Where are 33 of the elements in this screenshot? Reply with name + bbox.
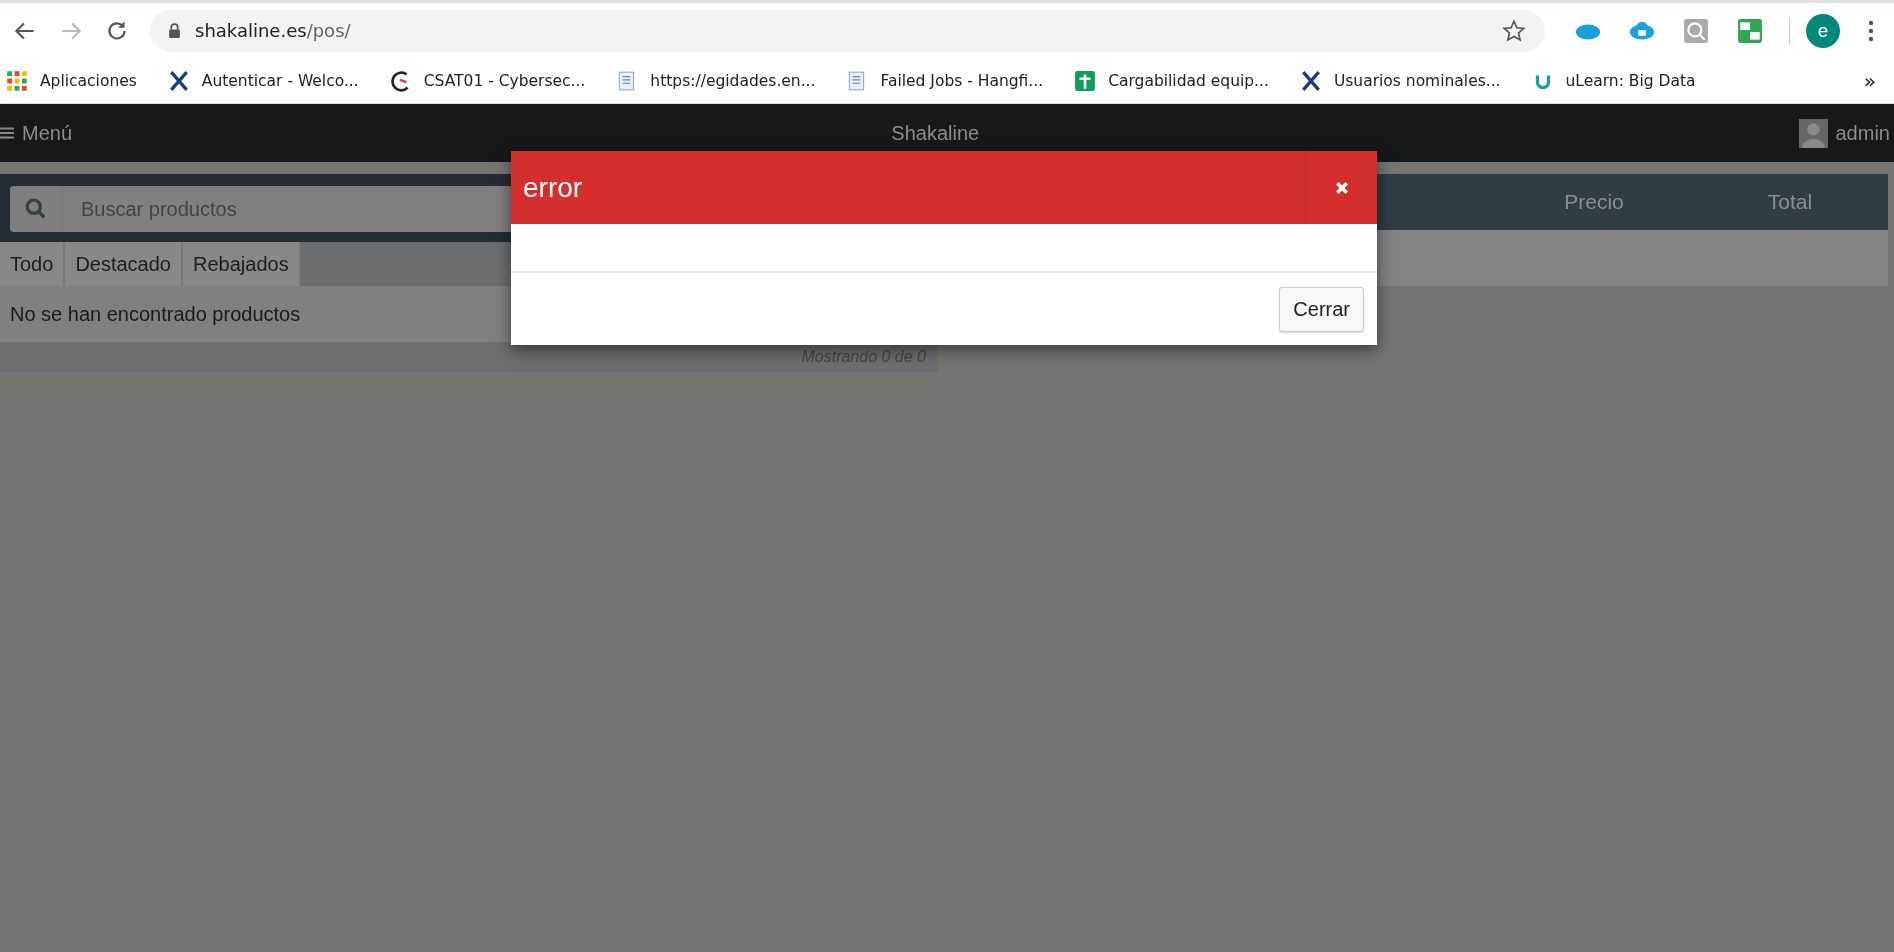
- more-icon[interactable]: [1868, 19, 1874, 42]
- menu-button[interactable]: Menú: [0, 121, 73, 145]
- avatar-icon: [1798, 118, 1828, 148]
- lock-icon: [168, 23, 181, 38]
- bookmark[interactable]: Failed Jobs - Hangfi...: [846, 69, 1044, 92]
- menu-icon: [0, 127, 14, 139]
- bookmark[interactable]: Aplicaciones: [6, 69, 137, 92]
- magnifier-icon[interactable]: [1682, 17, 1710, 44]
- close-icon: [1334, 180, 1349, 195]
- spreadsheet-icon: [1074, 69, 1097, 92]
- bookmark[interactable]: Autenticar - Welco...: [167, 69, 359, 92]
- column-header: Total: [1766, 190, 1814, 214]
- category-tab[interactable]: Destacado: [65, 242, 183, 286]
- user-menu[interactable]: admin: [1798, 118, 1894, 148]
- star-icon[interactable]: [1501, 17, 1527, 44]
- bookmark[interactable]: Cargabilidad equip...: [1074, 69, 1269, 92]
- bookmark[interactable]: CSAT01 - Cybersec...: [389, 69, 586, 92]
- column-header: Precio: [1563, 190, 1625, 214]
- category-tab[interactable]: Todo: [0, 242, 66, 286]
- bookmark[interactable]: https://egidades.en...: [616, 69, 816, 92]
- bookmarks-overflow[interactable]: »: [1863, 68, 1876, 93]
- windows-icon[interactable]: [1736, 17, 1764, 44]
- category-tab[interactable]: Rebajados: [183, 242, 301, 286]
- bookmark[interactable]: Usuarios nominales...: [1299, 69, 1501, 92]
- search-icon: [25, 198, 47, 220]
- gauge-ring-icon: [389, 69, 412, 92]
- apps-grid-icon: [6, 69, 28, 92]
- profile-avatar[interactable]: e: [1806, 13, 1840, 48]
- address-bar[interactable]: shakaline.es/pos/: [150, 9, 1545, 52]
- close-dialog-button[interactable]: Cerrar: [1279, 286, 1364, 332]
- url-text: shakaline.es/pos/: [195, 20, 352, 41]
- bookmark[interactable]: uLearn: Big Data: [1531, 69, 1696, 92]
- app-title: Shakaline: [891, 121, 980, 145]
